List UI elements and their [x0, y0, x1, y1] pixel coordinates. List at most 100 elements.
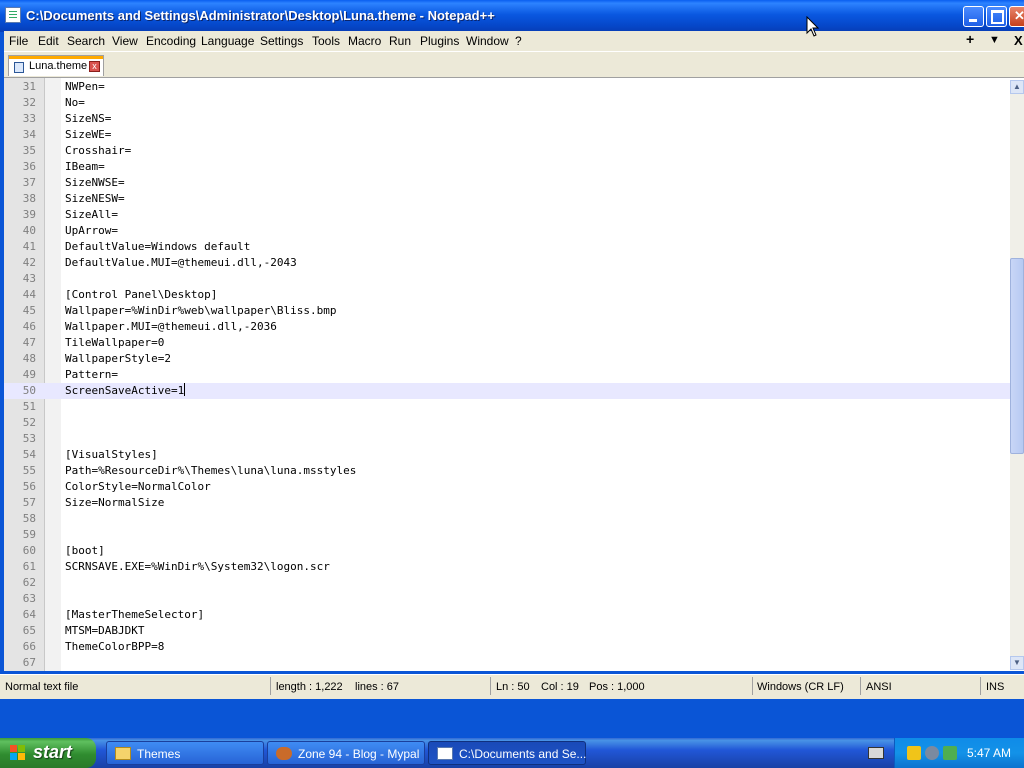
menu-encoding[interactable]: Encoding — [146, 34, 196, 48]
menu-language[interactable]: Language — [201, 34, 254, 48]
code-line[interactable]: 34 SizeWE= — [4, 127, 1010, 143]
menu-window[interactable]: Window — [466, 34, 509, 48]
code-line[interactable]: 39 SizeAll= — [4, 207, 1010, 223]
tab-luna-theme[interactable]: Luna.theme x — [8, 55, 104, 76]
line-text[interactable]: [VisualStyles] — [65, 447, 158, 463]
line-text[interactable]: [Control Panel\Desktop] — [65, 287, 217, 303]
code-line[interactable]: 65 MTSM=DABJDKT — [4, 623, 1010, 639]
line-text[interactable]: Crosshair= — [65, 143, 131, 159]
code-line[interactable]: 35 Crosshair= — [4, 143, 1010, 159]
line-text[interactable]: No= — [65, 95, 85, 111]
volume-icon[interactable] — [943, 746, 957, 760]
menu-edit[interactable]: Edit — [38, 34, 59, 48]
line-text[interactable]: Size=NormalSize — [65, 495, 164, 511]
code-line[interactable]: 49 Pattern= — [4, 367, 1010, 383]
code-line[interactable]: 47 TileWallpaper=0 — [4, 335, 1010, 351]
title-bar[interactable]: C:\Documents and Settings\Administrator\… — [0, 0, 1024, 32]
code-line[interactable]: 51 — [4, 399, 1010, 415]
line-text[interactable]: DefaultValue=Windows default — [65, 239, 250, 255]
tab-list-icon[interactable]: ▼ — [989, 34, 1000, 46]
line-text[interactable]: [boot] — [65, 543, 105, 559]
editor-area[interactable]: 31 NWPen= 32 No= 33 SizeNS= 34 SizeWE= 35 Crossha… — [4, 77, 1024, 671]
menu-view[interactable]: View — [112, 34, 138, 48]
line-text[interactable]: WallpaperStyle=2 — [65, 351, 171, 367]
start-button[interactable]: start — [0, 738, 96, 768]
code-line[interactable]: 36 IBeam= — [4, 159, 1010, 175]
code-line-current[interactable]: 50 ScreenSaveActive=1 — [4, 383, 1010, 399]
code-line[interactable]: 67 — [4, 655, 1010, 671]
line-text[interactable]: SCRNSAVE.EXE=%WinDir%\System32\logon.scr — [65, 559, 330, 575]
close-doc-icon[interactable]: X — [1014, 33, 1023, 48]
scroll-up-arrow-icon[interactable]: ▲ — [1010, 80, 1024, 94]
code-line[interactable]: 43 — [4, 271, 1010, 287]
code-line[interactable]: 40 UpArrow= — [4, 223, 1010, 239]
menu-file[interactable]: File — [9, 34, 28, 48]
line-text[interactable]: ThemeColorBPP=8 — [65, 639, 164, 655]
code-line[interactable]: 48 WallpaperStyle=2 — [4, 351, 1010, 367]
code-line[interactable]: 37 SizeNWSE= — [4, 175, 1010, 191]
menu-run[interactable]: Run — [389, 34, 411, 48]
line-text[interactable]: Wallpaper.MUI=@themeui.dll,-2036 — [65, 319, 277, 335]
code-line[interactable]: 54 [VisualStyles] — [4, 447, 1010, 463]
line-text[interactable]: SizeAll= — [65, 207, 118, 223]
keyboard-icon[interactable] — [868, 747, 884, 759]
taskbar-item-themes[interactable]: Themes — [106, 741, 264, 765]
line-text[interactable]: Path=%ResourceDir%\Themes\luna\luna.msst… — [65, 463, 356, 479]
line-text[interactable]: TileWallpaper=0 — [65, 335, 164, 351]
line-text[interactable]: Pattern= — [65, 367, 118, 383]
menu-settings[interactable]: Settings — [260, 34, 303, 48]
code-line[interactable]: 41 DefaultValue=Windows default — [4, 239, 1010, 255]
menu-help[interactable]: ? — [515, 34, 522, 48]
code-line[interactable]: 66 ThemeColorBPP=8 — [4, 639, 1010, 655]
scroll-thumb[interactable] — [1010, 258, 1024, 454]
network-icon[interactable] — [925, 746, 939, 760]
code-line[interactable]: 38 SizeNESW= — [4, 191, 1010, 207]
code-line[interactable]: 59 — [4, 527, 1010, 543]
menu-plugins[interactable]: Plugins — [420, 34, 459, 48]
scroll-down-arrow-icon[interactable]: ▼ — [1010, 656, 1024, 670]
line-text[interactable]: SizeNESW= — [65, 191, 125, 207]
tab-close-icon[interactable]: x — [89, 61, 100, 72]
code-line[interactable]: 58 — [4, 511, 1010, 527]
code-line[interactable]: 32 No= — [4, 95, 1010, 111]
taskbar-item-notepadpp[interactable]: C:\Documents and Se... — [428, 741, 586, 765]
code-line[interactable]: 62 — [4, 575, 1010, 591]
menu-search[interactable]: Search — [67, 34, 105, 48]
line-text[interactable]: UpArrow= — [65, 223, 118, 239]
code-line[interactable]: 45 Wallpaper=%WinDir%web\wallpaper\Bliss.… — [4, 303, 1010, 319]
line-text[interactable]: ColorStyle=NormalColor — [65, 479, 211, 495]
code-line[interactable]: 31 NWPen= — [4, 79, 1010, 95]
code-line[interactable]: 53 — [4, 431, 1010, 447]
maximize-button[interactable] — [986, 6, 1007, 27]
line-text[interactable]: SizeWE= — [65, 127, 111, 143]
code-line[interactable]: 55 Path=%ResourceDir%\Themes\luna\luna.ms… — [4, 463, 1010, 479]
code-line[interactable]: 56 ColorStyle=NormalColor — [4, 479, 1010, 495]
line-text[interactable]: SizeNWSE= — [65, 175, 125, 191]
line-text[interactable]: SizeNS= — [65, 111, 111, 127]
code-line[interactable]: 33 SizeNS= — [4, 111, 1010, 127]
code-line[interactable]: 63 — [4, 591, 1010, 607]
code-line[interactable]: 64 [MasterThemeSelector] — [4, 607, 1010, 623]
new-tab-icon[interactable]: + — [966, 31, 974, 47]
line-text[interactable]: MTSM=DABJDKT — [65, 623, 144, 639]
code-line[interactable]: 46 Wallpaper.MUI=@themeui.dll,-2036 — [4, 319, 1010, 335]
line-text[interactable]: [MasterThemeSelector] — [65, 607, 204, 623]
notepadpp-app-icon[interactable] — [5, 7, 21, 23]
line-text[interactable]: DefaultValue.MUI=@themeui.dll,-2043 — [65, 255, 297, 271]
menu-macro[interactable]: Macro — [348, 34, 381, 48]
code-line[interactable]: 57 Size=NormalSize — [4, 495, 1010, 511]
line-text[interactable]: ScreenSaveActive=1 — [65, 383, 186, 399]
vertical-scrollbar[interactable]: ▲ ▼ — [1010, 80, 1024, 670]
line-text[interactable]: NWPen= — [65, 79, 105, 95]
code-line[interactable]: 44 [Control Panel\Desktop] — [4, 287, 1010, 303]
code-line[interactable]: 61 SCRNSAVE.EXE=%WinDir%\System32\logon.s… — [4, 559, 1010, 575]
code-line[interactable]: 42 DefaultValue.MUI=@themeui.dll,-2043 — [4, 255, 1010, 271]
code-line[interactable]: 60 [boot] — [4, 543, 1010, 559]
minimize-button[interactable] — [963, 6, 984, 27]
code-line[interactable]: 52 — [4, 415, 1010, 431]
security-shield-icon[interactable] — [907, 746, 921, 760]
line-text[interactable]: IBeam= — [65, 159, 105, 175]
line-text[interactable]: Wallpaper=%WinDir%web\wallpaper\Bliss.bm… — [65, 303, 337, 319]
taskbar-item-mypal[interactable]: Zone 94 - Blog - Mypal — [267, 741, 425, 765]
close-button[interactable] — [1009, 6, 1024, 27]
